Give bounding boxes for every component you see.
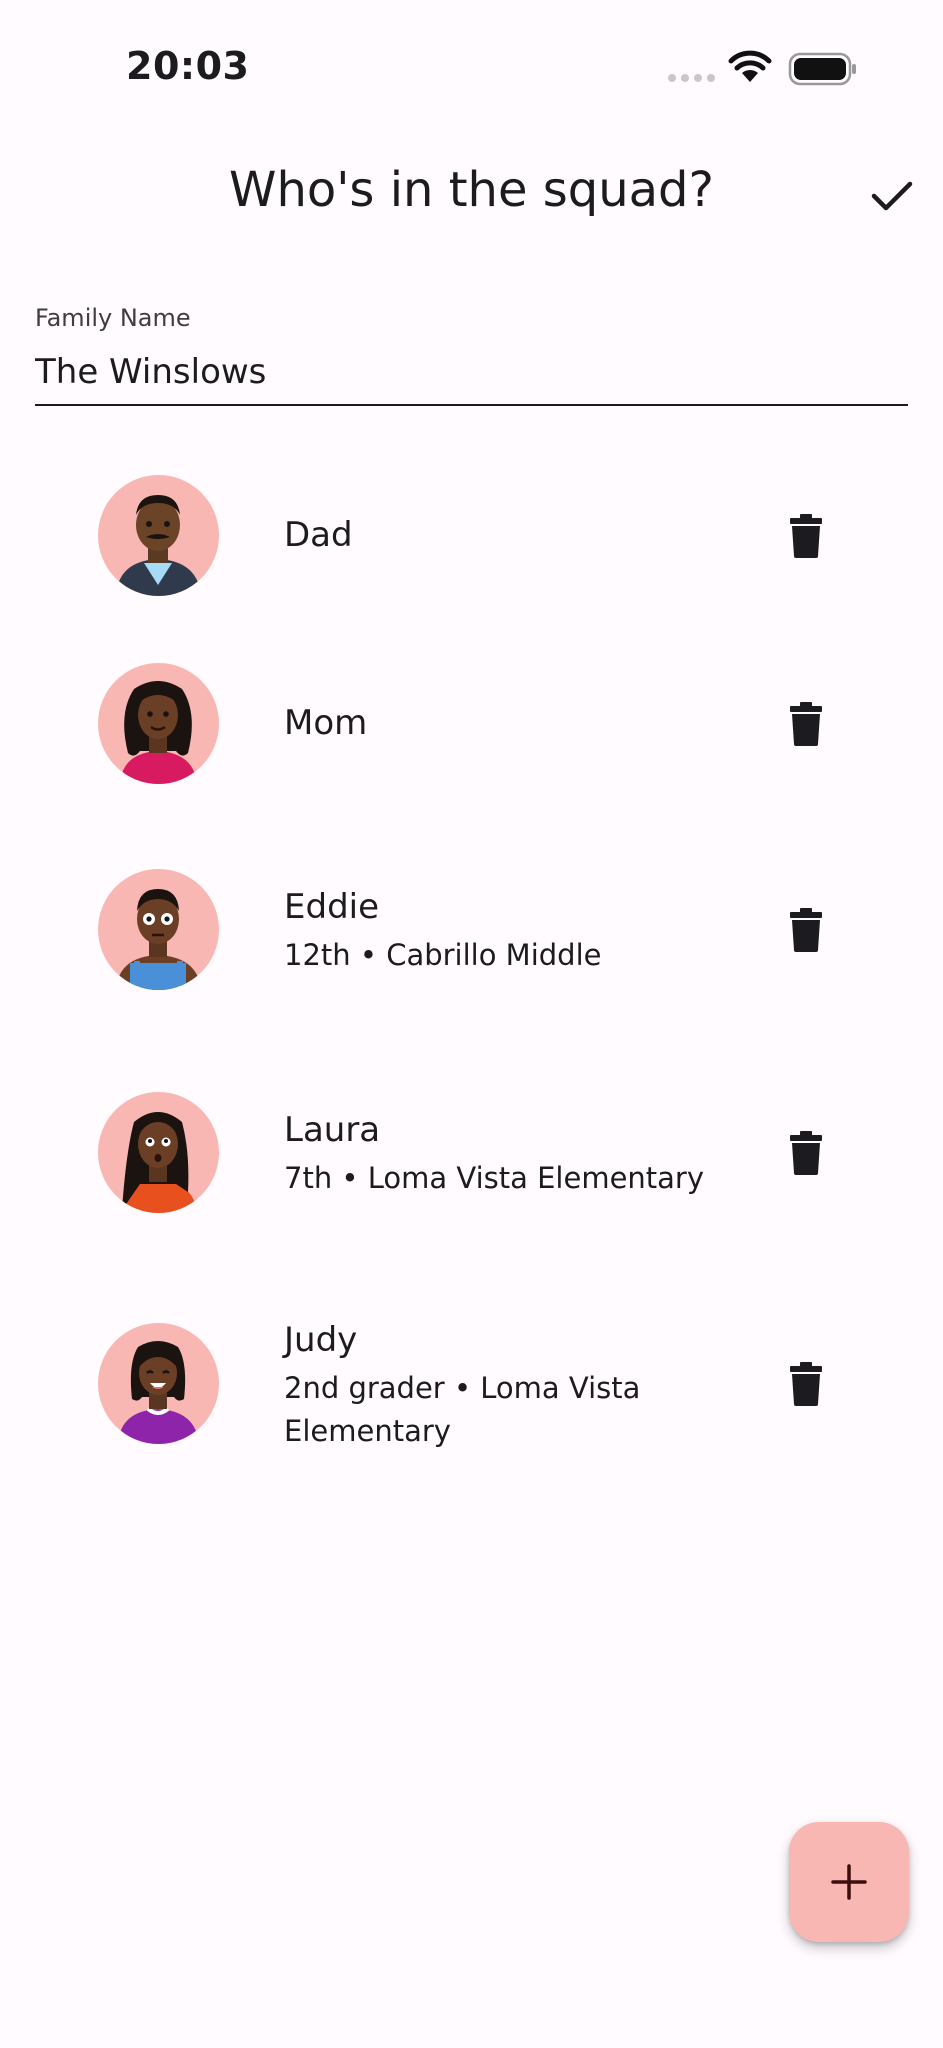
member-name: Eddie	[284, 887, 380, 927]
check-icon[interactable]	[862, 166, 922, 226]
wifi-icon	[728, 50, 772, 82]
trash-icon[interactable]	[780, 510, 832, 562]
avatar	[98, 663, 219, 784]
member-name: Judy	[284, 1320, 358, 1360]
status-bar: 20:03	[0, 0, 943, 140]
page-title: Who's in the squad?	[228, 162, 714, 218]
cellular-signal-icon	[668, 74, 715, 82]
member-name: Mom	[284, 703, 368, 743]
avatar	[98, 475, 219, 596]
add-member-button[interactable]	[789, 1822, 909, 1942]
member-subtitle: 12th • Cabrillo Middle	[284, 938, 602, 972]
status-time: 20:03	[126, 44, 250, 88]
avatar	[98, 869, 219, 990]
trash-icon[interactable]	[780, 904, 832, 956]
plus-icon	[831, 1864, 867, 1900]
member-name: Dad	[284, 515, 353, 555]
family-name-input[interactable]	[35, 340, 908, 406]
avatar	[98, 1092, 219, 1213]
avatar	[98, 1323, 219, 1444]
member-subtitle: 2nd grader • Loma Vista Elementary	[284, 1371, 641, 1448]
trash-icon[interactable]	[780, 1127, 832, 1179]
battery-icon	[788, 52, 856, 86]
trash-icon[interactable]	[780, 698, 832, 750]
member-subtitle: 7th • Loma Vista Elementary	[284, 1161, 705, 1195]
member-name: Laura	[284, 1110, 381, 1150]
family-name-label: Family Name	[35, 304, 191, 332]
trash-icon[interactable]	[780, 1358, 832, 1410]
